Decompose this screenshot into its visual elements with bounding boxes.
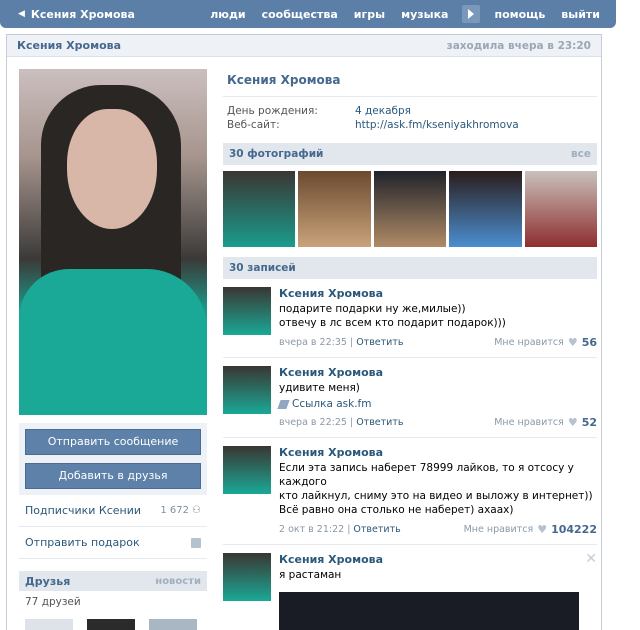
wall-post: Ксения Хромова я растаман ✕ <box>223 545 597 630</box>
profile-info: День рождения: 4 декабря Веб-сайт: http:… <box>223 97 597 133</box>
back-arrow-icon: ◀ <box>18 9 25 19</box>
heart-icon: ♥ <box>567 416 578 429</box>
profile-photo[interactable] <box>19 69 207 415</box>
birthday-label: День рождения: <box>227 105 318 117</box>
users-icon: ⚇ <box>192 505 201 516</box>
left-column: Отправить сообщение Добавить в друзья По… <box>19 69 207 630</box>
wall-header: 30 записей <box>223 257 597 279</box>
post-author[interactable]: Ксения Хромова <box>279 553 597 566</box>
friends-count[interactable]: 77 друзей <box>19 591 207 613</box>
post-avatar[interactable] <box>223 366 271 414</box>
back-link-label: Ксения Хромова <box>30 7 135 21</box>
nav-games[interactable]: игры <box>346 8 393 21</box>
post-text: я растаман <box>279 569 342 581</box>
followers-count: 1 672 <box>160 505 190 516</box>
close-icon[interactable]: ✕ <box>585 551 597 567</box>
wall-post: Ксения Хромова подарите подарки ну же,ми… <box>223 279 597 358</box>
photo-thumbnail[interactable] <box>449 171 522 247</box>
photo-thumbnail[interactable] <box>373 171 447 247</box>
link-icon <box>277 399 290 409</box>
post-text: Если эта запись наберет 78999 лайков, то… <box>279 462 593 516</box>
main-nav: люди сообщества игры музыка помощь выйти <box>202 5 616 23</box>
post-author[interactable]: Ксения Хромова <box>279 366 597 379</box>
friend-thumbnail[interactable] <box>25 619 73 630</box>
page-title: Ксения Хромова <box>17 39 122 52</box>
profile-page: Ксения Хромова заходила вчера в 23:20 От… <box>6 34 602 630</box>
birthday-row: День рождения: 4 декабря <box>227 105 593 119</box>
followers-label: Подписчики Ксении <box>25 504 142 517</box>
gift-icon <box>191 537 201 548</box>
post-author[interactable]: Ксения Хромова <box>279 446 597 459</box>
website-row: Веб-сайт: http://ask.fm/kseniyakhromova <box>227 119 593 133</box>
photos-all-link[interactable]: все <box>571 148 591 160</box>
friend-thumbnail[interactable] <box>149 619 197 630</box>
last-seen-status: заходила вчера в 23:20 <box>446 39 591 52</box>
photo-strip <box>223 171 598 247</box>
post-date[interactable]: 2 окт в 21:22 <box>279 524 344 535</box>
friends-thumbnails <box>19 613 207 630</box>
friends-header: Друзья новости <box>19 571 207 591</box>
nav-music[interactable]: музыка <box>393 8 456 21</box>
post-text: подарите подарки ну же,милые)) отвечу в … <box>279 303 506 329</box>
page-header: Ксения Хромова заходила вчера в 23:20 <box>7 35 601 57</box>
attached-link[interactable]: Ссылка ask.fm <box>277 398 597 410</box>
friends-title[interactable]: Друзья <box>25 575 70 588</box>
like-button[interactable]: Мне нравится ♥ 56 <box>494 336 597 349</box>
heart-icon: ♥ <box>567 336 578 349</box>
attached-link-label: Ссылка ask.fm <box>292 398 372 410</box>
like-label: Мне нравится <box>494 337 564 348</box>
photos-title[interactable]: 30 фотографий <box>229 148 323 160</box>
photo-thumbnail[interactable] <box>524 171 598 247</box>
birthday-value[interactable]: 4 декабря <box>355 105 411 119</box>
send-message-button[interactable]: Отправить сообщение <box>25 429 201 455</box>
add-friend-button[interactable]: Добавить в друзья <box>25 463 201 489</box>
top-nav-bar: ◀ Ксения Хромова люди сообщества игры му… <box>0 0 616 28</box>
like-button[interactable]: Мне нравится ♥ 104222 <box>464 523 597 536</box>
like-count: 52 <box>581 416 597 429</box>
wall-post: Ксения Хромова удивите меня) Ссылка ask.… <box>223 358 597 438</box>
send-gift-link[interactable]: Отправить подарок <box>19 527 207 559</box>
wall-title[interactable]: 30 записей <box>229 262 296 274</box>
post-meta: вчера в 22:35 | Ответить Мне нравится ♥ … <box>279 336 597 349</box>
play-icon[interactable] <box>462 5 481 23</box>
reply-link[interactable]: Ответить <box>356 337 403 348</box>
friends-news-link[interactable]: новости <box>155 576 201 587</box>
photo-thumbnail[interactable] <box>298 171 371 247</box>
post-date[interactable]: вчера в 22:35 <box>279 337 347 348</box>
like-label: Мне нравится <box>494 417 564 428</box>
post-text: удивите меня) <box>279 382 360 394</box>
post-avatar[interactable] <box>223 446 271 494</box>
wall-post: Ксения Хромова Если эта запись наберет 7… <box>223 438 597 545</box>
like-label: Мне нравится <box>463 524 534 535</box>
heart-icon: ♥ <box>537 523 548 536</box>
website-label: Веб-сайт: <box>227 119 280 131</box>
send-gift-label: Отправить подарок <box>25 536 140 549</box>
friend-thumbnail[interactable] <box>87 619 135 630</box>
post-avatar[interactable] <box>223 553 271 601</box>
reply-link[interactable]: Ответить <box>353 524 400 535</box>
followers-link[interactable]: Подписчики Ксении 1 672 ⚇ <box>19 495 207 527</box>
back-link[interactable]: ◀ Ксения Хромова <box>0 8 202 21</box>
website-link[interactable]: http://ask.fm/kseniyakhromova <box>355 119 519 133</box>
like-count: 56 <box>581 336 597 349</box>
profile-actions: Отправить сообщение Добавить в друзья <box>19 423 207 495</box>
photo-thumbnail[interactable] <box>223 171 296 247</box>
post-meta: вчера в 22:25 | Ответить Мне нравится ♥ … <box>279 416 597 429</box>
nav-communities[interactable]: сообщества <box>254 8 346 21</box>
post-author[interactable]: Ксения Хромова <box>279 287 597 300</box>
right-column: Ксения Хромова День рождения: 4 декабря … <box>223 69 598 630</box>
like-count: 104222 <box>551 523 597 536</box>
nav-help[interactable]: помощь <box>486 8 553 21</box>
like-button[interactable]: Мне нравится ♥ 52 <box>494 416 597 429</box>
nav-logout[interactable]: выйти <box>553 8 608 21</box>
post-image[interactable] <box>279 592 579 630</box>
reply-link[interactable]: Ответить <box>356 417 403 428</box>
post-avatar[interactable] <box>223 287 271 335</box>
post-meta: 2 окт в 21:22 | Ответить Мне нравится ♥ … <box>279 523 597 536</box>
nav-people[interactable]: люди <box>202 8 253 21</box>
profile-name: Ксения Хромова <box>223 69 597 97</box>
photos-header: 30 фотографий все <box>223 143 597 165</box>
post-date[interactable]: вчера в 22:25 <box>279 417 347 428</box>
